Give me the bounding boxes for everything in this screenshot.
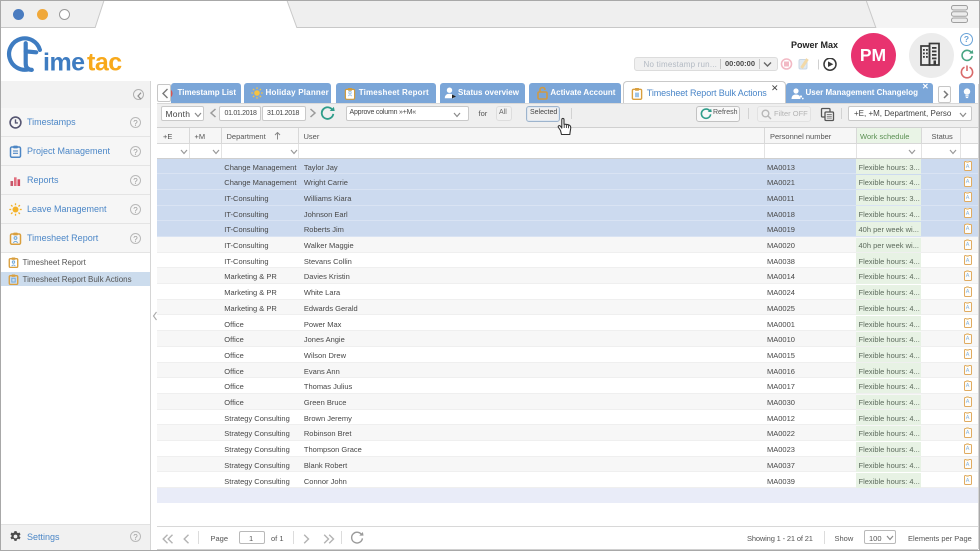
svg-text:tac: tac — [87, 49, 122, 77]
svg-text:ime: ime — [43, 49, 85, 77]
